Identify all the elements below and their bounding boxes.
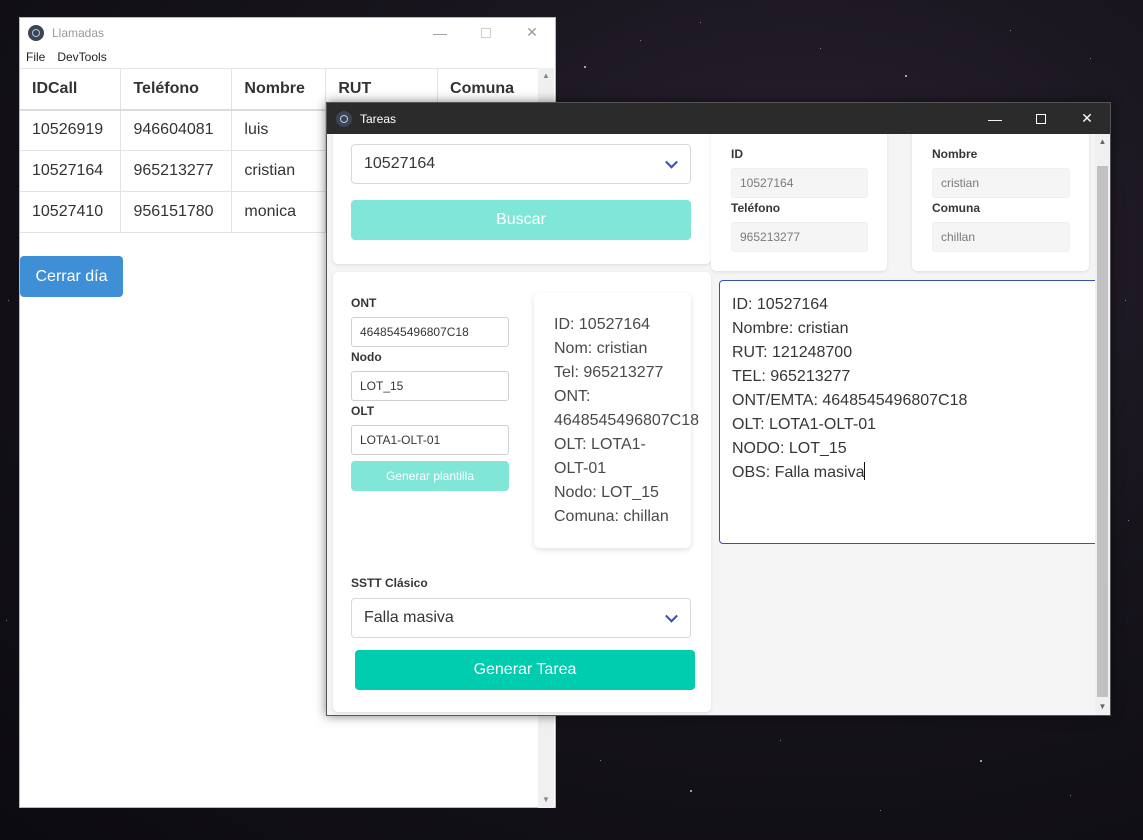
summary-line: Nom: cristian [554,340,648,357]
chevron-down-icon [665,609,678,623]
tasks-content: 10527164 Buscar ID 10527164 Teléfono 965… [327,134,1096,715]
cell-idcall: 10527164 [20,150,122,192]
phone-field[interactable]: 965213277 [731,222,868,252]
client-id-card: ID 10527164 Teléfono 965213277 [711,134,887,271]
minimize-icon[interactable]: — [972,103,1018,134]
calls-titlebar: Llamadas — ✕ [20,18,555,47]
ont-label: ONT [351,296,377,310]
cell-telefono: 956151780 [120,191,233,233]
template-line: OBS: Falla masiva [732,464,865,481]
search-button[interactable]: Buscar [351,200,691,240]
tasks-window: Tareas — ✕ 10527164 Buscar ID 10527164 T… [326,102,1111,716]
tasks-window-title: Tareas [360,111,397,126]
cell-nombre: luis [231,109,327,151]
network-card: ONT 4648545496807C18 Nodo LOT_15 OLT LOT… [333,272,711,712]
summary-line: ID: 10527164 [554,316,651,333]
id-label: ID [731,147,743,161]
sstt-select-value: Falla masiva [364,609,454,626]
template-line: Nombre: cristian [732,320,849,337]
generate-template-button[interactable]: Generar plantilla [351,461,509,491]
comuna-field[interactable]: chillan [932,222,1070,252]
maximize-icon[interactable] [463,18,509,47]
nodo-label: Nodo [351,350,382,364]
olt-label: OLT [351,404,375,418]
summary-card: ID: 10527164 Nom: cristian Tel: 96521327… [534,293,700,548]
olt-input[interactable]: LOTA1-OLT-01 [351,425,509,455]
maximize-icon[interactable] [1018,103,1064,134]
call-id-select-value: 10527164 [364,155,436,172]
cell-telefono: 965213277 [120,150,233,192]
generate-task-button[interactable]: Generar Tarea [355,650,695,690]
minimize-icon[interactable]: — [417,18,463,47]
cell-telefono: 946604081 [120,109,233,151]
summary-line: 4648545496807C18 [554,412,700,429]
template-line: ID: 10527164 [732,296,829,313]
menu-file[interactable]: File [26,50,45,64]
cell-idcall: 10527410 [20,191,122,233]
nodo-input[interactable]: LOT_15 [351,371,509,401]
name-field[interactable]: cristian [932,168,1070,198]
scrollbar-thumb[interactable] [1097,166,1108,697]
id-field[interactable]: 10527164 [731,168,868,198]
scroll-down-icon[interactable]: ▼ [1095,699,1110,715]
template-line: RUT: 121248700 [732,344,853,361]
summary-line: Tel: 965213277 [554,364,664,381]
template-line: TEL: 965213277 [732,368,851,385]
cell-nombre: monica [231,191,327,233]
template-line: OLT: LOTA1-OLT-01 [732,416,877,433]
close-icon[interactable]: ✕ [509,18,555,47]
phone-label: Teléfono [731,201,781,215]
cell-idcall: 10526919 [20,109,122,151]
template-line: NODO: LOT_15 [732,440,847,457]
column-header-telefono[interactable]: Teléfono [120,68,233,111]
summary-line: ONT: [554,388,591,405]
search-card: 10527164 Buscar [333,134,711,264]
summary-line: OLT: LOTA1- [554,436,646,453]
template-line-with-caret: OBS: Falla masiva [732,461,1095,485]
close-day-button[interactable]: Cerrar día [20,256,123,297]
ont-input[interactable]: 4648545496807C18 [351,317,509,347]
text-caret [864,462,866,480]
scroll-up-icon[interactable]: ▲ [538,68,554,84]
template-line: ONT/EMTA: 4648545496807C18 [732,392,968,409]
scroll-up-icon[interactable]: ▲ [1095,134,1110,150]
column-header-idcall[interactable]: IDCall [20,68,122,111]
electron-app-icon [28,24,44,41]
sstt-label: SSTT Clásico [351,576,428,590]
close-icon[interactable]: ✕ [1064,103,1110,134]
tasks-scrollbar[interactable]: ▲ ▼ [1095,134,1110,715]
comuna-label: Comuna [932,201,980,215]
cell-nombre: cristian [231,150,327,192]
client-name-card: Nombre cristian Comuna chillan [912,134,1089,271]
tasks-titlebar: Tareas — ✕ [327,103,1110,134]
sstt-select[interactable]: Falla masiva [351,598,691,638]
menu-devtools[interactable]: DevTools [57,50,106,64]
summary-line: Nodo: LOT_15 [554,484,659,501]
summary-line: OLT-01 [554,460,607,477]
summary-line: Comuna: chillan [554,508,669,525]
menu-bar: File DevTools [20,47,555,67]
calls-window-title: Llamadas [52,25,105,40]
scroll-down-icon[interactable]: ▼ [538,792,554,808]
chevron-down-icon [665,155,678,169]
column-header-nombre[interactable]: Nombre [231,68,327,111]
name-label: Nombre [932,147,978,161]
call-id-select[interactable]: 10527164 [351,144,691,184]
template-textarea[interactable]: ID: 10527164 Nombre: cristian RUT: 12124… [719,280,1096,544]
electron-app-icon [336,110,352,127]
